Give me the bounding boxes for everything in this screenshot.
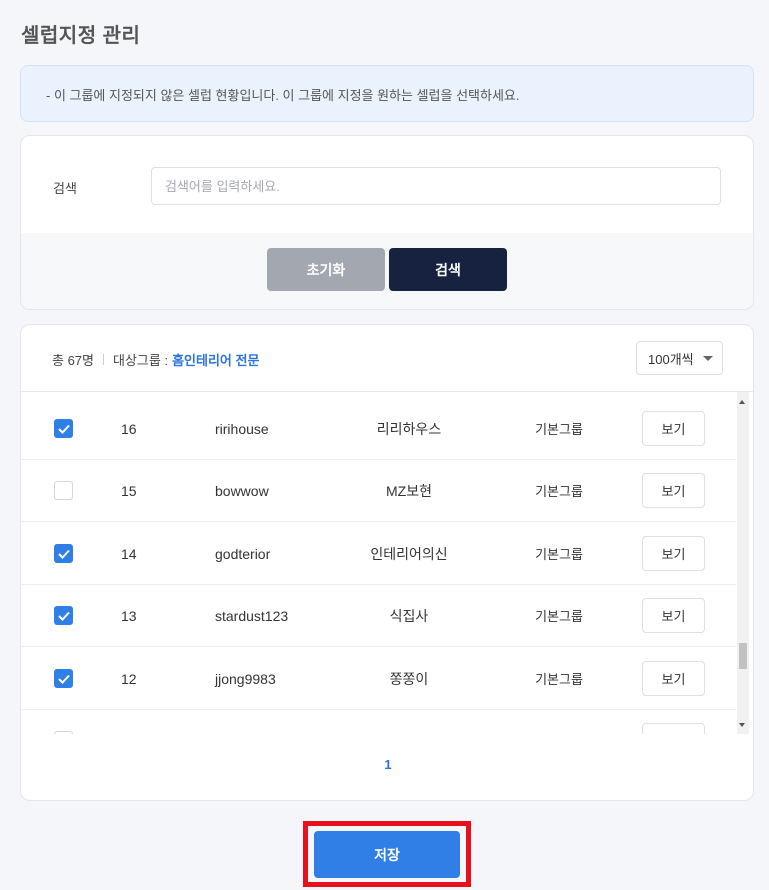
row-checkbox-cell [54, 709, 73, 734]
row-celeb-name: 식집사 [389, 607, 429, 624]
group-name: 홈인테리어 전문 [172, 353, 260, 368]
check-icon [57, 674, 70, 684]
table-row: 13 stardust123 식집사 기본그룹 보기 [21, 584, 736, 647]
row-number: 13 [121, 607, 137, 624]
page-title: 셀럽지정 관리 [21, 25, 141, 47]
row-view-cell: 보기 [642, 459, 705, 522]
row-group: 기본그룹 [535, 672, 583, 687]
view-button[interactable]: 보기 [642, 723, 705, 734]
search-input[interactable] [151, 167, 721, 205]
view-button[interactable]: 보기 [642, 661, 705, 696]
search-panel: 검색 초기화 검색 [20, 135, 754, 310]
save-button[interactable]: 저장 [314, 831, 460, 878]
row-group: 기본그룹 [535, 484, 583, 499]
row-group: 기본그룹 [535, 547, 583, 562]
row-view-cell: 보기 [642, 709, 705, 734]
row-checkbox-cell [54, 459, 73, 522]
row-group: 기본그룹 [535, 422, 583, 437]
row-checkbox[interactable] [54, 544, 73, 563]
scroll-thumb[interactable] [739, 643, 747, 669]
row-checkbox-cell [54, 647, 73, 710]
row-number: 16 [121, 420, 137, 437]
table-row: 기본그룹 보기 [21, 709, 736, 734]
notice-text: - 이 그룹에 지정되지 않은 셀럽 현황입니다. 이 그룹에 지정을 원하는 … [46, 88, 520, 103]
row-view-cell: 보기 [642, 522, 705, 585]
check-icon [57, 424, 70, 434]
row-celeb-name: 인테리어의신 [370, 545, 448, 562]
notice-box: - 이 그룹에 지정되지 않은 셀럽 현황입니다. 이 그룹에 지정을 원하는 … [20, 65, 754, 122]
row-number: 15 [121, 482, 137, 499]
table-row: 12 jjong9983 쫑쫑이 기본그룹 보기 [21, 647, 736, 710]
page-number-current[interactable]: 1 [384, 757, 391, 772]
row-view-cell: 보기 [642, 647, 705, 710]
view-button[interactable]: 보기 [642, 473, 705, 508]
table-row: 15 bowwow MZ보현 기본그룹 보기 [21, 459, 736, 522]
total-count: 총 67명 [52, 353, 94, 368]
check-icon [57, 549, 70, 559]
row-view-cell: 보기 [642, 584, 705, 647]
check-icon [57, 611, 70, 621]
view-button[interactable]: 보기 [642, 411, 705, 446]
row-celeb-name: 쫑쫑이 [389, 670, 429, 687]
celeb-table: 16 ririhouse 리리하우스 기본그룹 보기 15 bowwow MZ보… [21, 391, 753, 734]
table-scrollbar[interactable] [737, 392, 749, 734]
view-button[interactable]: 보기 [642, 598, 705, 633]
table-row: 14 godterior 인테리어의신 기본그룹 보기 [21, 522, 736, 585]
list-summary: 총 67명 대상그룹 : 홈인테리어 전문 [52, 350, 259, 369]
row-group: 기본그룹 [535, 609, 583, 624]
summary-divider [103, 354, 104, 365]
scroll-down-icon[interactable] [739, 723, 745, 727]
row-view-cell: 보기 [642, 397, 705, 460]
row-number: 14 [121, 545, 137, 562]
search-button[interactable]: 검색 [389, 248, 507, 291]
row-celeb-name [353, 709, 465, 734]
row-checkbox[interactable] [54, 481, 73, 500]
row-celeb-name: 리리하우스 [376, 420, 442, 437]
row-user-id: jjong9983 [215, 670, 276, 687]
reset-button[interactable]: 초기화 [267, 248, 385, 291]
row-user-id: ririhouse [215, 420, 269, 437]
row-celeb-name: MZ보현 [386, 482, 432, 499]
group-label: 대상그룹 : [113, 353, 169, 368]
per-page-value: 100개씩 [648, 351, 694, 367]
table-row: 16 ririhouse 리리하우스 기본그룹 보기 [21, 397, 736, 460]
row-group: 기본그룹 [519, 709, 599, 734]
pagination: 1 [21, 757, 753, 772]
search-actions: 초기화 검색 [21, 233, 753, 309]
row-checkbox-cell [54, 397, 73, 460]
row-checkbox[interactable] [54, 419, 73, 438]
scroll-up-icon[interactable] [739, 400, 745, 404]
search-label: 검색 [53, 181, 77, 196]
row-checkbox-cell [54, 584, 73, 647]
row-user-id: stardust123 [215, 607, 289, 624]
row-checkbox[interactable] [54, 606, 73, 625]
celeb-list-panel: 총 67명 대상그룹 : 홈인테리어 전문 100개씩 16 ririhouse… [20, 324, 754, 801]
view-button[interactable]: 보기 [642, 536, 705, 571]
row-user-id: godterior [215, 545, 271, 562]
row-checkbox[interactable] [54, 731, 73, 734]
row-number: 12 [121, 670, 137, 687]
row-checkbox-cell [54, 522, 73, 585]
per-page-select[interactable]: 100개씩 [636, 341, 723, 375]
row-user-id: bowwow [215, 482, 269, 499]
chevron-down-icon [703, 356, 713, 361]
row-checkbox[interactable] [54, 669, 73, 688]
